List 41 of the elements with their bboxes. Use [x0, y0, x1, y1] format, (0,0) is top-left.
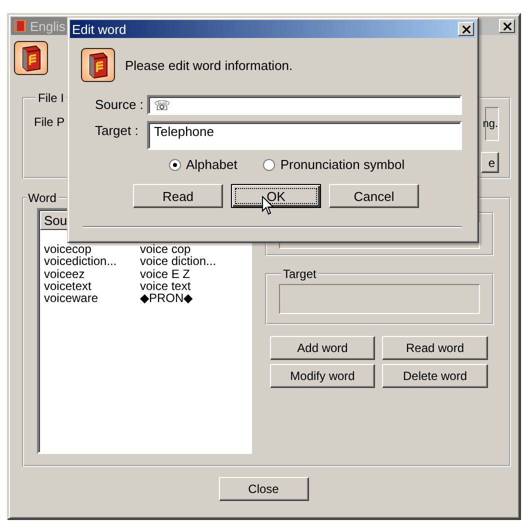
- list-cell-text: voiceez: [44, 268, 86, 280]
- field-label: Target :: [94, 123, 140, 138]
- book-icon: [81, 48, 115, 82]
- dialog-button[interactable]: Read: [133, 184, 223, 208]
- field-label: File P: [34, 115, 65, 129]
- list-cell: voice text: [140, 280, 191, 292]
- radio-label: Alphabet: [186, 157, 238, 172]
- source-field[interactable]: ☏: [147, 95, 462, 115]
- message-text: Please edit word information.: [125, 58, 293, 72]
- close-button[interactable]: [458, 22, 474, 36]
- group-label: Word: [27, 191, 58, 205]
- close-button[interactable]: [499, 19, 515, 33]
- list-cell: voice cop: [140, 243, 191, 256]
- field-label: Source :: [94, 97, 144, 112]
- radio-option[interactable]: Alphabet: [169, 157, 238, 172]
- window-title: Englis: [30, 18, 66, 34]
- group-label: Target: [282, 267, 318, 281]
- book-icon: [14, 41, 48, 75]
- word-button[interactable]: Modify word: [270, 364, 375, 388]
- list-cell: ◆PRON◆: [140, 292, 193, 304]
- target-field[interactable]: Telephone: [147, 121, 462, 150]
- file-path-field: ng.: [485, 107, 499, 141]
- word-button[interactable]: Read word: [382, 336, 488, 360]
- input-field[interactable]: [279, 284, 480, 314]
- change-button[interactable]: e: [481, 152, 499, 173]
- list-cell: voice diction...: [140, 255, 216, 268]
- list-cell-text: voicecop: [44, 243, 92, 256]
- list-cell-text: voicediction...: [44, 255, 118, 268]
- word-button[interactable]: Add word: [270, 336, 375, 360]
- close-icon: [502, 22, 512, 30]
- list-cell: voice E Z: [140, 268, 190, 280]
- group-label: File I: [37, 91, 66, 105]
- close-icon: [462, 24, 470, 34]
- close-button[interactable]: Close: [218, 477, 308, 501]
- dialog-title: Edit word: [72, 22, 126, 36]
- book-icon: [13, 19, 27, 33]
- word-button[interactable]: Delete word: [382, 364, 488, 388]
- list-cell-text: voicetext: [44, 280, 92, 292]
- dialog-button[interactable]: OK: [231, 184, 321, 208]
- list-cell-text: voiceware: [44, 292, 100, 304]
- dialog-button[interactable]: Cancel: [329, 184, 419, 208]
